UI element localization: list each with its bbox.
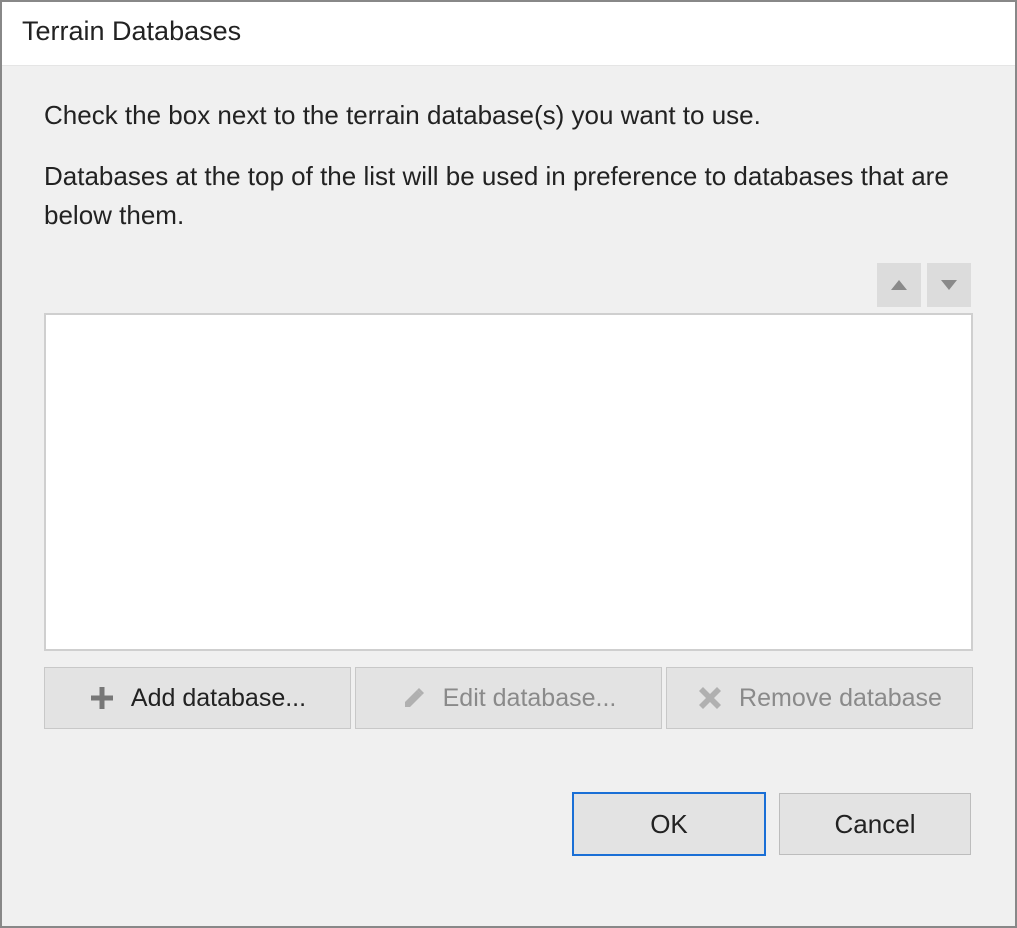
- pencil-icon: [401, 685, 427, 711]
- edit-database-label: Edit database...: [443, 684, 617, 713]
- add-database-button[interactable]: Add database...: [44, 667, 351, 729]
- triangle-down-icon: [941, 280, 957, 290]
- database-list[interactable]: [44, 313, 973, 651]
- remove-database-label: Remove database: [739, 684, 942, 713]
- move-down-button[interactable]: [927, 263, 971, 307]
- dialog-window: Terrain Databases Check the box next to …: [0, 0, 1017, 928]
- ok-button[interactable]: OK: [573, 793, 765, 855]
- action-buttons: Add database... Edit database... Remo: [44, 667, 973, 729]
- dialog-content: Check the box next to the terrain databa…: [2, 66, 1015, 926]
- edit-database-button[interactable]: Edit database...: [355, 667, 662, 729]
- move-up-button[interactable]: [877, 263, 921, 307]
- add-database-label: Add database...: [131, 684, 306, 713]
- dialog-footer: OK Cancel: [44, 793, 973, 855]
- dialog-title: Terrain Databases: [2, 2, 1015, 66]
- remove-database-button[interactable]: Remove database: [666, 667, 973, 729]
- x-icon: [697, 685, 723, 711]
- reorder-controls: [44, 263, 973, 307]
- plus-icon: [89, 685, 115, 711]
- instruction-line-1: Check the box next to the terrain databa…: [44, 96, 973, 135]
- cancel-button[interactable]: Cancel: [779, 793, 971, 855]
- instructions: Check the box next to the terrain databa…: [44, 96, 973, 257]
- triangle-up-icon: [891, 280, 907, 290]
- instruction-line-2: Databases at the top of the list will be…: [44, 157, 973, 235]
